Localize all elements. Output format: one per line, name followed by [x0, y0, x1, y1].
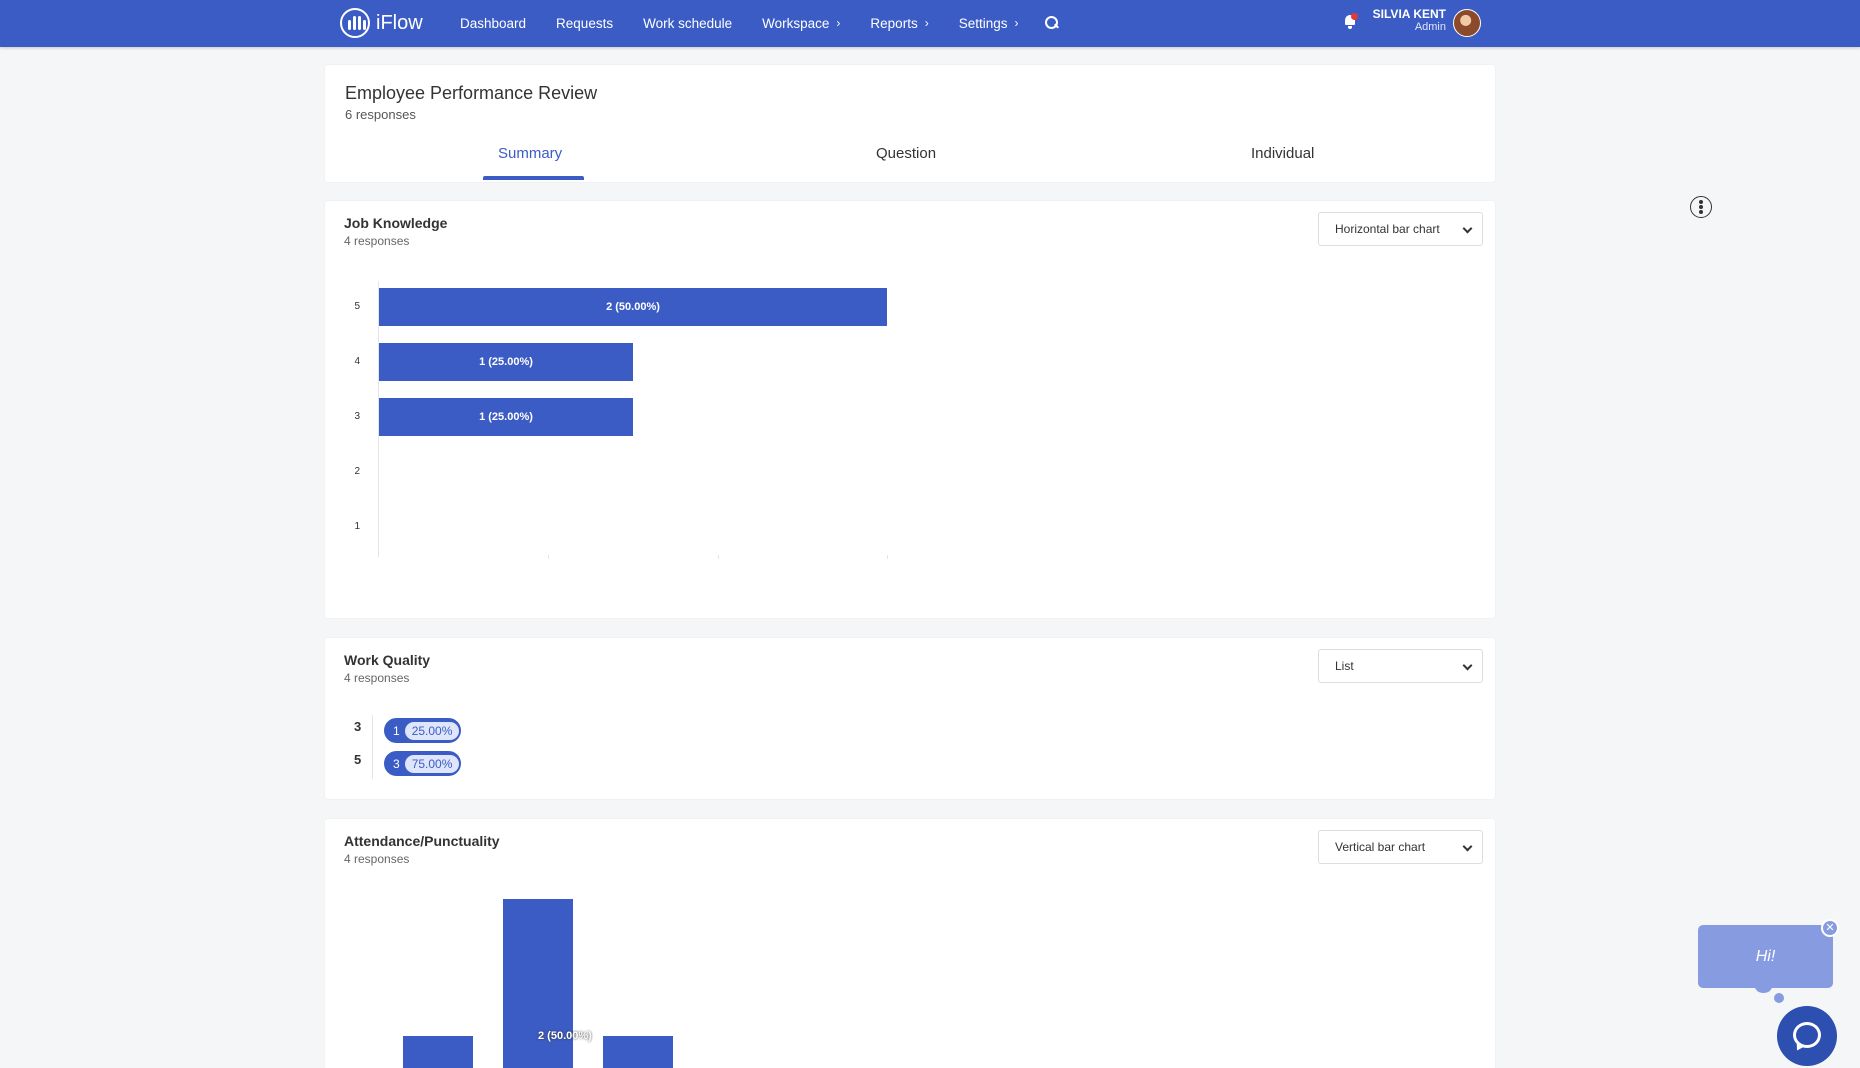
question-title: Work Quality [344, 652, 431, 668]
y-tick-label: 1 [354, 521, 360, 532]
response-count: 6 responses [345, 107, 416, 122]
logo[interactable]: iFlow [340, 7, 423, 39]
user-name: SILVIA KENT [1372, 7, 1446, 21]
question-response-count: 4 responses [344, 234, 410, 248]
nav-label: Work schedule [643, 15, 733, 31]
bubble-tail [1755, 980, 1772, 993]
chat-greeting-bubble[interactable]: Hi! [1698, 925, 1833, 988]
bar[interactable] [503, 899, 573, 1068]
chart-type-select[interactable]: Vertical bar chart [1318, 830, 1483, 864]
x-axis-tick [887, 555, 888, 559]
question-response-count: 4 responses [344, 852, 410, 866]
nav-settings[interactable]: Settings › [959, 16, 1019, 31]
bubble-tail [1774, 993, 1784, 1003]
nav-dashboard[interactable]: Dashboard [460, 16, 526, 31]
pill-count: 1 [393, 723, 400, 738]
nav-label: Workspace [762, 15, 830, 31]
bar[interactable] [603, 1036, 673, 1068]
notification-dot [1351, 13, 1358, 20]
count-pill: 3 75.00% [384, 751, 462, 776]
horizontal-bar-chart: 5 2 (50.00%) 4 1 (25.00%) 3 1 (25.00%) 2 1 [325, 261, 925, 559]
list-divider [372, 715, 373, 779]
survey-header-card: Employee Performance Review 6 responses … [325, 65, 1495, 182]
bar[interactable]: 1 (25.00%) [379, 343, 633, 381]
chevron-right-icon: › [924, 16, 929, 30]
avatar[interactable] [1453, 9, 1481, 37]
chevron-right-icon: › [1014, 16, 1019, 30]
question-card-work-quality: Work Quality 4 responses List 3 1 25.00%… [325, 638, 1495, 799]
bar[interactable] [403, 1036, 473, 1068]
nav-workspace[interactable]: Workspace › [762, 16, 840, 31]
page-title: Employee Performance Review [345, 83, 598, 103]
y-tick-label: 4 [354, 356, 360, 367]
tab-individual[interactable]: Individual [1251, 145, 1314, 162]
pill-percentage: 25.00% [404, 721, 460, 740]
chevron-right-icon: › [836, 16, 841, 30]
question-response-count: 4 responses [344, 671, 410, 685]
list-item-key: 3 [354, 719, 362, 734]
notification-bell-icon[interactable] [1343, 13, 1358, 29]
list-item-key: 5 [354, 752, 362, 767]
pill-count: 3 [393, 756, 400, 771]
nav-label: Requests [556, 15, 614, 31]
y-tick-label: 3 [354, 411, 360, 422]
more-options-icon[interactable] [1690, 196, 1712, 218]
nav-requests[interactable]: Requests [556, 16, 613, 31]
chart-type-select[interactable]: Horizontal bar chart [1318, 212, 1483, 246]
user-role: Admin [1414, 21, 1446, 33]
nav-label: Settings [958, 15, 1008, 31]
question-title: Attendance/Punctuality [344, 833, 500, 849]
question-card-attendance: Attendance/Punctuality 4 responses Verti… [325, 819, 1495, 1068]
nav-label: Dashboard [460, 15, 527, 31]
data-label: 2 (50.00%) [538, 1030, 592, 1042]
view-type-select[interactable]: List [1318, 649, 1483, 683]
user-menu[interactable]: SILVIA KENT Admin [1360, 8, 1446, 33]
count-pill: 1 25.00% [384, 718, 462, 743]
bar[interactable]: 2 (50.00%) [379, 288, 887, 326]
y-tick-label: 2 [354, 466, 360, 477]
chat-launcher-button[interactable] [1777, 1006, 1837, 1066]
logo-text: iFlow [376, 11, 423, 34]
tab-summary[interactable]: Summary [498, 145, 562, 162]
close-icon[interactable]: ✕ [1821, 919, 1839, 937]
active-tab-indicator [483, 176, 584, 180]
nav-label: Reports [870, 15, 918, 31]
tab-question[interactable]: Question [876, 145, 936, 162]
search-icon[interactable] [1044, 15, 1060, 31]
pill-percentage: 75.00% [404, 754, 460, 773]
y-tick-label: 5 [354, 301, 360, 312]
question-card-job-knowledge: Job Knowledge 4 responses Horizontal bar… [325, 201, 1495, 618]
logo-icon [340, 8, 370, 38]
x-axis-tick [717, 555, 719, 559]
bar[interactable]: 1 (25.00%) [379, 398, 633, 436]
nav-reports[interactable]: Reports › [870, 16, 928, 31]
x-axis-tick [548, 555, 550, 559]
question-title: Job Knowledge [344, 215, 448, 231]
main-nav: Dashboard Requests Work schedule Workspa… [460, 0, 1060, 46]
top-navbar: iFlow Dashboard Requests Work schedule W… [0, 0, 1860, 47]
nav-work-schedule[interactable]: Work schedule [643, 16, 732, 31]
